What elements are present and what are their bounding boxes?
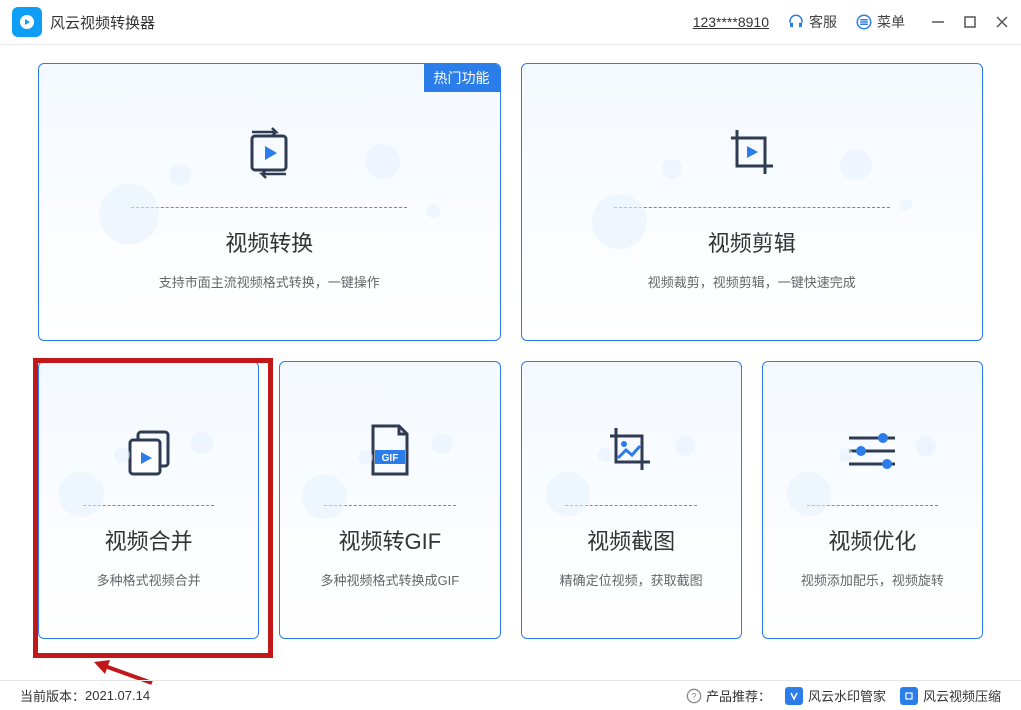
card-title: 视频合并: [105, 524, 193, 556]
watermark-app-icon: [785, 687, 803, 705]
card-title: 视频转GIF: [339, 524, 442, 556]
close-button[interactable]: [995, 15, 1009, 29]
svg-text:GIF: GIF: [382, 453, 399, 464]
video-merge-icon: [120, 411, 178, 491]
card-desc: 精确定位视频，获取截图: [560, 570, 703, 589]
card-video-optimize[interactable]: 视频优化 视频添加配乐，视频旋转: [762, 361, 983, 639]
version-value: 2021.07.14: [85, 688, 150, 703]
card-video-gif[interactable]: GIF 视频转GIF 多种视频格式转换成GIF: [279, 361, 500, 639]
recommend-label-2: 风云视频压缩: [923, 686, 1001, 705]
main-content: 热门功能 视频转换 支持市面主流视频格式转换，一键操作: [0, 45, 1021, 639]
video-convert-icon: [238, 113, 300, 193]
card-title: 视频截图: [587, 524, 675, 556]
card-title: 视频剪辑: [708, 226, 796, 258]
card-desc: 支持市面主流视频格式转换，一键操作: [159, 272, 380, 291]
menu-button[interactable]: 菜单: [855, 12, 905, 32]
card-video-screenshot[interactable]: 视频截图 精确定位视频，获取截图: [521, 361, 742, 639]
card-video-edit[interactable]: 视频剪辑 视频裁剪，视频剪辑，一键快速完成: [521, 63, 984, 341]
recommend-compress[interactable]: 风云视频压缩: [900, 686, 1001, 705]
window-controls: [931, 15, 1009, 29]
card-desc: 视频添加配乐，视频旋转: [801, 570, 944, 589]
video-crop-icon: [721, 113, 783, 193]
card-video-convert[interactable]: 热门功能 视频转换 支持市面主流视频格式转换，一键操作: [38, 63, 501, 341]
app-logo-icon: [12, 7, 42, 37]
menu-label: 菜单: [877, 12, 905, 32]
user-id-link[interactable]: 123****8910: [693, 14, 769, 30]
recommend-watermark[interactable]: 风云水印管家: [785, 686, 886, 705]
svg-text:?: ?: [691, 691, 696, 701]
minimize-button[interactable]: [931, 15, 945, 29]
titlebar: 风云视频转换器 123****8910 客服 菜单: [0, 0, 1021, 45]
screenshot-icon: [602, 411, 660, 491]
card-desc: 多种视频格式转换成GIF: [321, 570, 460, 589]
card-title: 视频转换: [225, 226, 313, 258]
app-title: 风云视频转换器: [50, 12, 155, 33]
card-video-merge[interactable]: 视频合并 多种格式视频合并: [38, 361, 259, 639]
version-label: 当前版本：: [20, 686, 85, 705]
support-button[interactable]: 客服: [787, 12, 837, 32]
maximize-button[interactable]: [963, 15, 977, 29]
sliders-icon: [843, 411, 901, 491]
compress-app-icon: [900, 687, 918, 705]
recommend-label: 产品推荐：: [706, 686, 771, 705]
card-desc: 视频裁剪，视频剪辑，一键快速完成: [648, 272, 856, 291]
hot-badge: 热门功能: [424, 64, 500, 92]
recommend-label-1: 风云水印管家: [808, 686, 886, 705]
card-desc: 多种格式视频合并: [97, 570, 201, 589]
gif-file-icon: GIF: [365, 411, 415, 491]
support-label: 客服: [809, 12, 837, 32]
card-title: 视频优化: [828, 524, 916, 556]
footer-bar: 当前版本： 2021.07.14 ? 产品推荐： 风云水印管家 风云视频压缩: [0, 680, 1021, 710]
help-icon[interactable]: ?: [686, 688, 702, 704]
